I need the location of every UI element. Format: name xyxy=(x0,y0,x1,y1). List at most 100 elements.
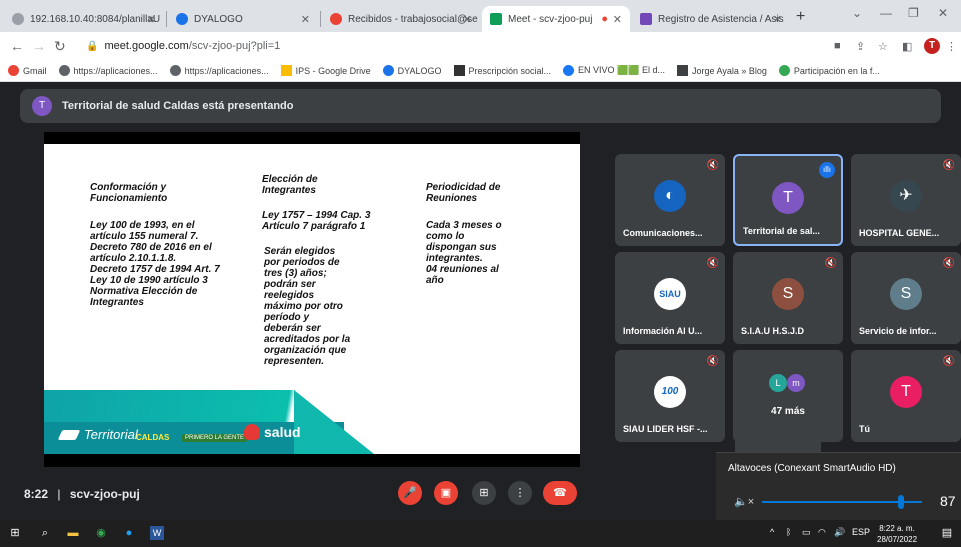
participant-tile[interactable]: 🔇 100 SIAU LIDER HSF -... xyxy=(615,350,725,442)
back-icon[interactable]: ← xyxy=(10,38,24,54)
close-icon[interactable]: ✕ xyxy=(773,13,782,26)
mic-off-icon: 🔇 xyxy=(942,356,955,367)
search-icon[interactable]: ⌕ xyxy=(38,526,52,540)
slide-col1-body: Ley 100 de 1993, en el artículo 155 nume… xyxy=(90,220,220,308)
bookmark-ips-drive[interactable]: IPS - Google Drive xyxy=(280,65,371,76)
minimize-icon[interactable]: — xyxy=(880,6,892,20)
tab-meet[interactable]: Meet - scv-zjoo-puj ● ✕ xyxy=(482,6,630,32)
hang-up-icon: ☎ xyxy=(553,487,567,499)
bookmark-dyalogo[interactable]: DYALOGO xyxy=(382,65,442,76)
present-icon: ⊞ xyxy=(479,487,489,499)
volume-value: 87 xyxy=(940,493,956,509)
dyalogo-icon xyxy=(176,13,188,25)
mic-off-icon: 🔇 xyxy=(706,356,719,367)
participant-avatar: ✈ xyxy=(890,180,922,212)
audio-device-name[interactable]: Altavoces (Conexant SmartAudio HD) xyxy=(728,463,896,474)
bookmark-gmail[interactable]: Gmail xyxy=(8,65,47,76)
participant-tile[interactable]: 🔇 SIAU Información Al U... xyxy=(615,252,725,344)
participant-tile[interactable]: 🔇 S Servicio de infor... xyxy=(851,252,961,344)
new-tab-button[interactable]: + xyxy=(796,8,805,26)
participant-avatar: S xyxy=(772,278,804,310)
side-panel-icon[interactable]: ◧ xyxy=(902,40,912,53)
slide-col2-body: Serán elegidos por periodos de tres (3) … xyxy=(264,246,351,367)
edge-icon[interactable]: ● xyxy=(122,526,136,540)
leave-call-button[interactable]: ☎ xyxy=(543,481,577,505)
volume-icon[interactable]: 🔊 xyxy=(834,527,845,538)
mic-off-icon: 🎤 xyxy=(403,487,417,499)
participacion-icon xyxy=(778,65,790,76)
drive-icon xyxy=(280,65,292,76)
bookmark-en-vivo[interactable]: EN VIVO 🟩🟩 El d... xyxy=(563,65,665,76)
bookmarks-bar: Gmail https://aplicaciones... https://ap… xyxy=(0,60,961,82)
reload-icon[interactable]: ↻ xyxy=(54,38,66,55)
bookmark-jorge-ayala[interactable]: Jorge Ayala » Blog xyxy=(676,65,767,76)
slide-col3-title: Periodicidad de Reuniones xyxy=(426,182,501,204)
camera-toggle-button[interactable]: ▣ xyxy=(434,481,458,505)
bookmark-star-icon[interactable]: ☆ xyxy=(878,40,888,53)
primero-la-gente-logo: PRIMERO LA GENTE xyxy=(182,434,248,442)
more-participants-tile[interactable]: L m 47 más xyxy=(733,350,843,442)
wifi-icon[interactable]: ◠ xyxy=(818,527,826,538)
participant-avatar: 100 xyxy=(654,376,686,408)
presentation-area: Conformación y Funcionamiento Ley 100 de… xyxy=(44,132,580,467)
chevron-down-icon[interactable]: ⌄ xyxy=(852,6,862,20)
prescripcion-icon xyxy=(453,65,465,76)
meeting-info: 8:22 | scv-zjoo-puj xyxy=(24,487,140,501)
close-icon[interactable]: ✕ xyxy=(463,13,472,26)
present-button[interactable]: ⊞ xyxy=(472,481,496,505)
participant-tile[interactable]: 🔇 ◐ Comunicaciones... xyxy=(615,154,725,246)
file-explorer-icon[interactable]: ▬ xyxy=(66,526,80,540)
windows-start-icon[interactable]: ⊞ xyxy=(8,526,22,540)
close-window-icon[interactable]: ✕ xyxy=(938,6,948,20)
notifications-icon[interactable]: ▤ xyxy=(940,526,954,540)
forward-icon[interactable]: → xyxy=(32,38,46,54)
camera-in-use-icon[interactable]: ■ xyxy=(834,40,841,52)
system-clock[interactable]: 8:22 a. m. 28/07/2022 xyxy=(877,523,917,545)
slide-col2-title: Elección de Integrantes xyxy=(262,174,318,196)
menu-icon[interactable]: ⋮ xyxy=(946,40,957,53)
profile-avatar[interactable]: T xyxy=(924,38,940,54)
speaker-muted-icon[interactable]: 🔈× xyxy=(734,495,754,508)
more-options-button[interactable]: ⋮ xyxy=(508,481,532,505)
participant-avatar: T xyxy=(772,182,804,214)
tab-planilla[interactable]: 192.168.10.40:8084/planillaU ✕ xyxy=(4,6,164,32)
participant-tile[interactable]: 🔇 S S.I.A.U H.S.J.D xyxy=(733,252,843,344)
lock-icon[interactable]: 🔒 xyxy=(86,41,98,52)
close-icon[interactable]: ✕ xyxy=(147,13,156,26)
slide-col1-title: Conformación y Funcionamiento xyxy=(90,182,168,204)
mic-off-icon: 🔇 xyxy=(942,258,955,269)
tab-dyalogo[interactable]: DYALOGO ✕ xyxy=(168,6,318,32)
bookmark-aplicaciones-1[interactable]: https://aplicaciones... xyxy=(58,65,158,76)
participant-tile-active[interactable]: ıllı T Territorial de sal... xyxy=(733,154,843,246)
volume-slider-thumb[interactable] xyxy=(898,495,905,509)
participant-tile[interactable]: 🔇 ✈ HOSPITAL GENE... xyxy=(851,154,961,246)
chrome-icon[interactable]: ◉ xyxy=(94,526,108,540)
word-icon[interactable]: W xyxy=(150,526,164,540)
language-indicator[interactable]: ESP xyxy=(852,527,870,537)
slide-col2-law: Ley 1757 – 1994 Cap. 3 Artículo 7 parágr… xyxy=(262,210,371,232)
gmail-icon xyxy=(8,65,19,76)
bluetooth-icon[interactable]: ᛒ xyxy=(786,527,791,537)
more-vert-icon: ⋮ xyxy=(514,487,526,499)
forms-icon xyxy=(640,13,652,25)
url-input[interactable]: 🔒 meet.google.com/scv-zjoo-puj?pli=1 xyxy=(78,35,778,57)
mic-off-icon: 🔇 xyxy=(824,258,837,269)
tab-registro[interactable]: Registro de Asistencia / Asis ✕ xyxy=(632,6,790,32)
close-icon[interactable]: ✕ xyxy=(301,13,310,26)
heart-icon xyxy=(244,424,260,440)
chevron-up-icon[interactable]: ^ xyxy=(770,527,774,537)
battery-icon[interactable]: ▭ xyxy=(802,527,811,538)
share-icon[interactable]: ⇪ xyxy=(856,40,865,53)
tab-gmail[interactable]: Recibidos - trabajosocial@se ✕ xyxy=(322,6,480,32)
presenting-text: Territorial de salud Caldas está present… xyxy=(62,100,294,112)
close-icon[interactable]: ✕ xyxy=(613,13,622,26)
presenting-banner: T Territorial de salud Caldas está prese… xyxy=(20,89,941,123)
bookmark-participacion[interactable]: Participación en la f... xyxy=(778,65,880,76)
bookmark-prescripcion[interactable]: Prescripción social... xyxy=(453,65,551,76)
presentation-slide: Conformación y Funcionamiento Ley 100 de… xyxy=(44,144,580,454)
restore-icon[interactable]: ❐ xyxy=(908,6,919,20)
self-tile[interactable]: 🔇 T Tú xyxy=(851,350,961,442)
mic-toggle-button[interactable]: 🎤 xyxy=(398,481,422,505)
mic-off-icon: 🔇 xyxy=(706,160,719,171)
bookmark-aplicaciones-2[interactable]: https://aplicaciones... xyxy=(169,65,269,76)
